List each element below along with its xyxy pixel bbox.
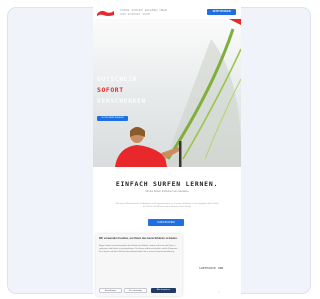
cookie-title: Wir verwenden Cookies, um Ihnen das best… — [99, 237, 178, 240]
book-now-button[interactable]: JETZT BUCHEN — [207, 9, 236, 15]
cookie-settings-button[interactable]: Einstellungen — [99, 288, 122, 293]
intro-title: EINFACH SURFEN LERNEN. — [115, 180, 219, 188]
nav-item-kontakt[interactable]: KONTAKT — [128, 13, 141, 16]
intro-subtitle: Mit den besten Surflehrern am Gardasee — [145, 190, 189, 193]
book-course-button[interactable]: KURS BUCHEN — [148, 219, 184, 226]
nav-item-kurse[interactable]: KURSE — [120, 9, 129, 12]
cookie-consent-dialog: Wir verwenden Cookies, um Ihnen das best… — [96, 234, 182, 296]
cookie-reject-button[interactable]: Nur notwendige — [124, 288, 147, 293]
hero-banner: GUTSCHEIN SOFORT VERSCHENKEN GUTSCHEIN K… — [93, 19, 241, 167]
cookie-body: Einige Cookies sind notwendig für den Be… — [99, 245, 178, 253]
hero-line-1: GUTSCHEIN — [97, 75, 138, 83]
main-nav: KURSE SURFEN ERLEBEN ÜBER UNS KONTAKT SHOP — [120, 9, 198, 17]
intro-body: Wir bieten Windsurfkurse für Anfänger un… — [115, 203, 219, 209]
brand-logo[interactable] — [96, 9, 115, 17]
nav-item-surfen[interactable]: SURFEN — [131, 9, 142, 12]
hero-line-2: SOFORT — [97, 86, 124, 94]
nav-item-shop[interactable]: SHOP — [143, 13, 151, 16]
next-section-title: SURFKURSE UND — [199, 266, 224, 270]
hero-line-3: VERSCHENKEN — [97, 97, 146, 105]
scroll-top-icon[interactable]: ⌃ — [218, 291, 221, 295]
buy-voucher-button[interactable]: GUTSCHEIN KAUFEN — [97, 116, 128, 121]
cookie-accept-button[interactable]: Alle akzeptieren — [151, 288, 176, 293]
nav-item-erleben[interactable]: ERLEBEN — [145, 9, 158, 12]
